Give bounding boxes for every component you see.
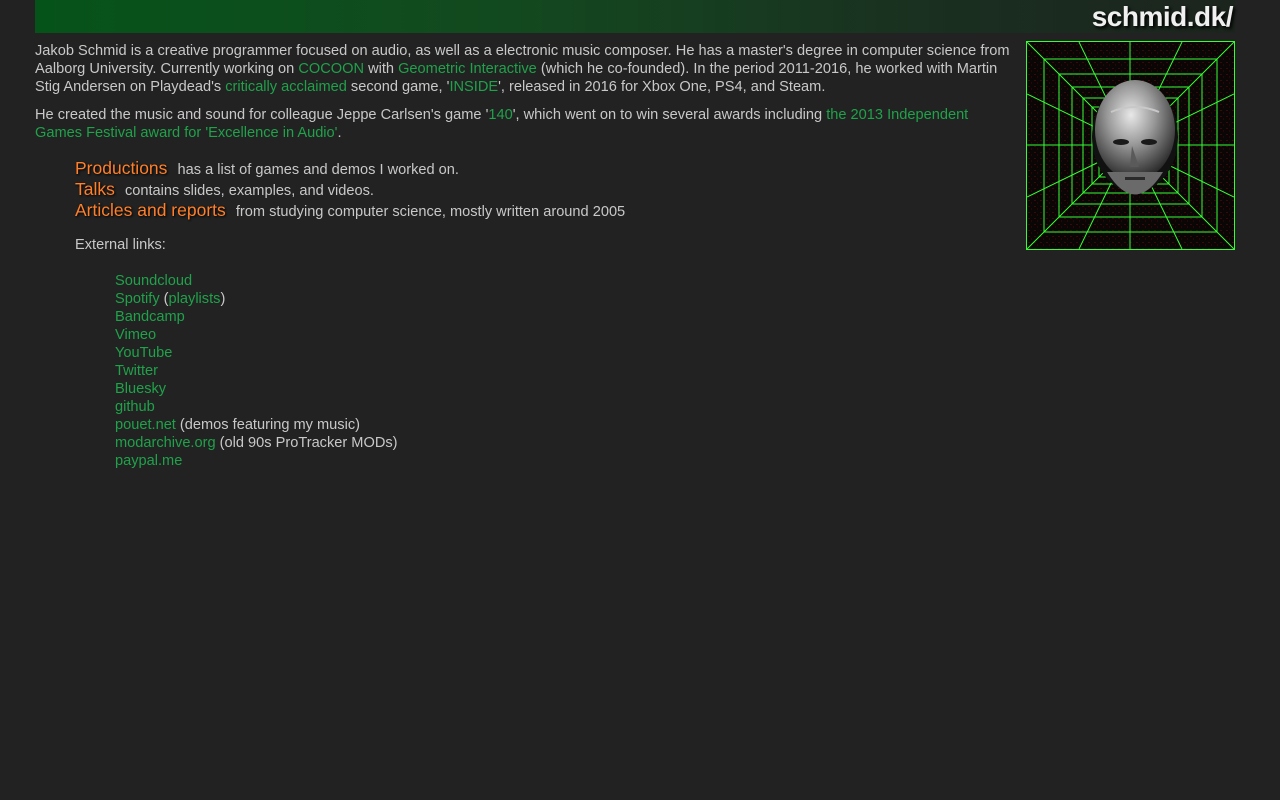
spotify-link[interactable]: Spotify (115, 291, 160, 307)
productions-link[interactable]: Productions (75, 158, 167, 178)
critically-acclaimed-link[interactable]: critically acclaimed (225, 79, 347, 95)
intro-paragraph-1: Jakob Schmid is a creative programmer fo… (35, 42, 1010, 96)
playlists-link[interactable]: playlists (169, 291, 221, 307)
bandcamp-link[interactable]: Bandcamp (115, 309, 185, 325)
twitter-link[interactable]: Twitter (115, 363, 158, 379)
list-item: Bluesky (115, 380, 1010, 398)
intro-text: ', released in 2016 for Xbox One, PS4, a… (498, 79, 826, 95)
avatar (1026, 41, 1235, 250)
paren-open: ( (159, 291, 169, 307)
modarchive-link[interactable]: modarchive.org (115, 435, 216, 451)
section-description: has a list of games and demos I worked o… (177, 162, 459, 178)
section-description: contains slides, examples, and videos. (124, 183, 374, 199)
section-row-articles: Articles and reports from studying compu… (75, 200, 1010, 221)
list-item: Soundcloud (115, 272, 1010, 290)
intro-text: second game, ' (346, 79, 450, 95)
cocoon-link[interactable]: COCOON (298, 61, 364, 77)
vimeo-link[interactable]: Vimeo (115, 327, 156, 343)
external-links-list: Soundcloud Spotify (playlists) Bandcamp … (115, 272, 1010, 470)
youtube-link[interactable]: YouTube (115, 345, 172, 361)
list-item: modarchive.org (old 90s ProTracker MODs) (115, 434, 1010, 452)
articles-and-reports-link[interactable]: Articles and reports (75, 200, 226, 220)
list-item: Twitter (115, 362, 1010, 380)
section-list: Productions has a list of games and demo… (75, 158, 1010, 221)
header-bar: schmid.dk/ (35, 0, 1235, 33)
paren-close: ) (220, 291, 226, 307)
intro-text: He created the music and sound for colle… (35, 107, 489, 123)
section-row-talks: Talks contains slides, examples, and vid… (75, 179, 1010, 200)
intro-paragraph-2: He created the music and sound for colle… (35, 106, 1010, 142)
section-row-productions: Productions has a list of games and demo… (75, 158, 1010, 179)
game-140-link[interactable]: 140 (488, 107, 512, 123)
intro-text: with (364, 61, 399, 77)
external-links-heading: External links: (75, 237, 166, 253)
wireframe-tunnel-face-icon (1026, 41, 1235, 250)
section-description: from studying computer science, mostly w… (235, 204, 626, 220)
inside-link[interactable]: INSIDE (449, 79, 498, 95)
geometric-interactive-link[interactable]: Geometric Interactive (398, 61, 537, 77)
github-link[interactable]: github (115, 399, 155, 415)
main-content: Jakob Schmid is a creative programmer fo… (35, 42, 1010, 470)
intro-text: . (337, 125, 342, 141)
list-item: Bandcamp (115, 308, 1010, 326)
site-title[interactable]: schmid.dk/ (1092, 0, 1234, 33)
soundcloud-link[interactable]: Soundcloud (115, 273, 192, 289)
list-item: github (115, 398, 1010, 416)
bluesky-link[interactable]: Bluesky (115, 381, 166, 397)
pouet-link[interactable]: pouet.net (115, 417, 176, 433)
pouet-note: (demos featuring my music) (175, 417, 360, 433)
list-item: Vimeo (115, 326, 1010, 344)
talks-link[interactable]: Talks (75, 179, 115, 199)
list-item: paypal.me (115, 452, 1010, 470)
intro-text: ', which went on to win several awards i… (512, 107, 827, 123)
list-item: YouTube (115, 344, 1010, 362)
list-item: Spotify (playlists) (115, 290, 1010, 308)
list-item: pouet.net (demos featuring my music) (115, 416, 1010, 434)
paypal-link[interactable]: paypal.me (115, 453, 182, 469)
modarchive-note: (old 90s ProTracker MODs) (215, 435, 398, 451)
